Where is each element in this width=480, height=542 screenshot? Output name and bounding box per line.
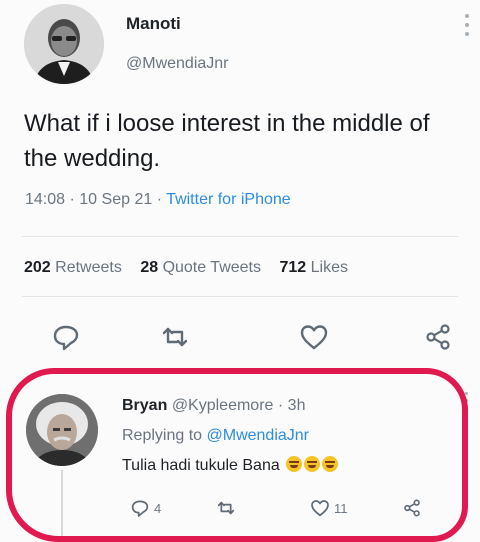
share-icon: [404, 499, 420, 517]
retweet-icon: [217, 501, 235, 515]
divider: [22, 236, 458, 237]
likes-stat[interactable]: 712 Likes: [279, 259, 348, 276]
author-avatar[interactable]: [24, 4, 104, 84]
reply-author-name[interactable]: Bryan: [122, 397, 167, 414]
divider: [22, 296, 458, 297]
avatar-portrait-icon: [24, 4, 104, 84]
meta-separator: ·: [277, 397, 284, 414]
reply-count: 4: [154, 500, 162, 516]
tweet-time: 14:08: [25, 191, 66, 208]
reply-author-handle[interactable]: @Kypleemore: [172, 397, 274, 414]
reply-reply-button[interactable]: 4: [130, 496, 161, 520]
laughing-emoji-icon: [304, 456, 321, 472]
like-icon[interactable]: [299, 322, 329, 352]
tweet-date: 10 Sep 21: [79, 191, 153, 208]
tweet-header: Manoti @MwendiaJnr: [0, 0, 480, 100]
like-count: 11: [334, 500, 348, 516]
reply-action-bar: 4 11: [0, 496, 480, 526]
meta-separator: ·: [156, 191, 167, 208]
like-icon: [311, 500, 329, 517]
author-name[interactable]: Manoti: [126, 14, 181, 34]
retweets-stat[interactable]: 202 Retweets: [24, 259, 122, 276]
replying-to-handle[interactable]: @MwendiaJnr: [207, 427, 310, 444]
meta-separator: ·: [69, 191, 80, 208]
tweet-source-link[interactable]: Twitter for iPhone: [166, 191, 291, 208]
reply-text: Tulia hadi tukule Bana: [122, 456, 339, 475]
tweet-stats: 202 Retweets 28 Quote Tweets 712 Likes: [24, 259, 348, 277]
reply-share-button[interactable]: [402, 496, 422, 520]
reply-age: 3h: [287, 397, 306, 414]
share-icon[interactable]: [423, 322, 453, 352]
replying-to: Replying to @MwendiaJnr: [122, 427, 309, 445]
replying-to-label: Replying to: [122, 427, 203, 444]
reply-text-content: Tulia hadi tukule Bana: [122, 457, 280, 474]
more-icon[interactable]: [464, 14, 470, 40]
author-handle[interactable]: @MwendiaJnr: [126, 55, 229, 73]
tweet-action-bar: [0, 322, 480, 362]
laughing-emoji-icon: [322, 456, 339, 472]
laughing-emoji-icon: [286, 456, 303, 472]
reply-like-button[interactable]: 11: [310, 496, 348, 520]
retweet-icon[interactable]: [160, 322, 190, 352]
reply-author-avatar[interactable]: [26, 394, 98, 466]
reply-retweet-button[interactable]: [216, 496, 236, 520]
more-icon[interactable]: [464, 392, 470, 416]
reply-header: Bryan @Kypleemore · 3h: [122, 397, 305, 415]
quote-tweets-stat[interactable]: 28 Quote Tweets: [140, 259, 261, 276]
reply-icon: [131, 500, 149, 517]
reply-icon[interactable]: [51, 322, 81, 352]
tweet-meta: 14:08 · 10 Sep 21 · Twitter for iPhone: [25, 191, 291, 209]
avatar-portrait-icon: [26, 394, 98, 466]
tweet-text: What if i loose interest in the middle o…: [24, 110, 430, 172]
